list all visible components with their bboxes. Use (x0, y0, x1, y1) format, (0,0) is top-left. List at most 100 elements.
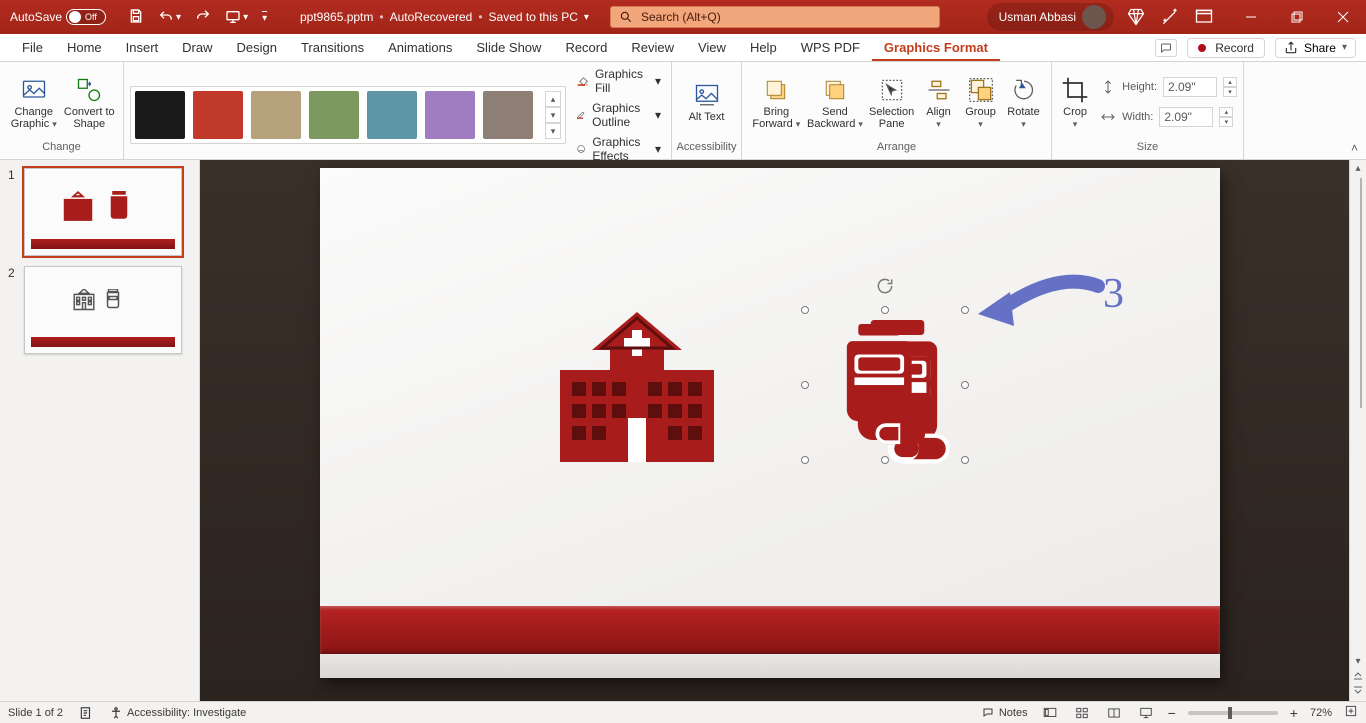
style-swatch[interactable] (309, 91, 359, 139)
slide-sorter-view-button[interactable] (1072, 705, 1092, 721)
gallery-scroll-up[interactable]: ▴ (545, 91, 561, 107)
height-spin-down[interactable]: ▾ (1223, 87, 1237, 97)
hospital-graphic[interactable] (552, 312, 722, 462)
height-input[interactable]: 2.09" (1163, 77, 1217, 97)
tab-graphics-format[interactable]: Graphics Format (872, 36, 1000, 61)
slide-thumbnail-2[interactable] (24, 266, 182, 354)
slide-thumbnail-1[interactable] (24, 168, 182, 256)
slide-canvas-area[interactable]: 3 ▴ ▾ (200, 160, 1366, 701)
undo-icon[interactable]: ▾ (158, 9, 181, 25)
wand-icon[interactable] (1160, 7, 1180, 27)
align-button[interactable]: Align▾ (918, 74, 959, 130)
reading-view-button[interactable] (1104, 705, 1124, 721)
spellcheck-status[interactable] (79, 706, 93, 720)
tab-record[interactable]: Record (553, 36, 619, 61)
rotate-button[interactable]: Rotate▾ (1002, 74, 1045, 130)
chevron-down-icon[interactable]: ▾ (176, 12, 181, 23)
notes-button[interactable]: Notes (981, 707, 1028, 719)
pill-mini-icon (105, 289, 121, 309)
convert-to-shape-button[interactable]: Convert to Shape (62, 74, 118, 130)
prev-slide-icon[interactable] (1352, 669, 1364, 681)
tab-help[interactable]: Help (738, 36, 789, 61)
record-button[interactable]: Record (1187, 38, 1265, 58)
restore-button[interactable] (1274, 0, 1320, 34)
zoom-slider-thumb[interactable] (1228, 707, 1232, 719)
gallery-more[interactable]: ▾ (545, 123, 561, 139)
qat-customize-icon[interactable]: ▾ (262, 11, 267, 24)
close-button[interactable] (1320, 0, 1366, 34)
save-icon[interactable] (128, 8, 144, 27)
fit-to-window-button[interactable] (1344, 704, 1358, 721)
diamond-icon[interactable] (1126, 7, 1146, 27)
group-button[interactable]: Group▾ (959, 74, 1002, 130)
style-swatch[interactable] (367, 91, 417, 139)
collapse-ribbon-icon[interactable]: ˄ (1351, 141, 1358, 155)
tab-slideshow[interactable]: Slide Show (464, 36, 553, 61)
zoom-level[interactable]: 72% (1310, 707, 1332, 719)
resize-handle[interactable] (961, 306, 969, 314)
slide-counter[interactable]: Slide 1 of 2 (8, 707, 63, 719)
tab-wpspdf[interactable]: WPS PDF (789, 36, 872, 61)
send-backward-button[interactable]: Send Backward ▾ (805, 74, 866, 130)
gallery-scroll-down[interactable]: ▾ (545, 107, 561, 123)
resize-handle[interactable] (881, 306, 889, 314)
share-button[interactable]: Share ▾ (1275, 38, 1356, 58)
vertical-scrollbar[interactable]: ▴ ▾ (1349, 160, 1366, 701)
comments-button[interactable] (1155, 39, 1177, 57)
scrollbar-thumb[interactable] (1360, 178, 1362, 408)
chevron-down-icon[interactable]: ▾ (584, 12, 589, 23)
style-swatch[interactable] (425, 91, 475, 139)
tab-view[interactable]: View (686, 36, 738, 61)
tab-review[interactable]: Review (619, 36, 686, 61)
next-slide-icon[interactable] (1352, 685, 1364, 697)
ribbon-display-options-icon[interactable] (1194, 7, 1214, 27)
search-input[interactable]: Search (Alt+Q) (610, 6, 940, 28)
bring-forward-button[interactable]: Bring Forward ▾ (748, 74, 805, 130)
width-spin-down[interactable]: ▾ (1219, 117, 1233, 127)
style-swatch[interactable] (483, 91, 533, 139)
width-spin-up[interactable]: ▴ (1219, 107, 1233, 117)
zoom-in-button[interactable]: + (1290, 705, 1298, 721)
redo-icon[interactable] (195, 8, 211, 27)
slideshow-from-beginning-icon[interactable]: ▾ (225, 9, 248, 25)
resize-handle[interactable] (801, 381, 809, 389)
rotate-handle-icon[interactable] (875, 276, 895, 301)
zoom-out-button[interactable]: − (1168, 705, 1176, 721)
style-swatch[interactable] (193, 91, 243, 139)
status-bar: Slide 1 of 2 Accessibility: Investigate … (0, 701, 1366, 723)
autosave-toggle[interactable]: AutoSave Off (10, 9, 106, 25)
slide[interactable]: 3 (320, 168, 1220, 678)
zoom-slider[interactable] (1188, 711, 1278, 715)
alt-text-button[interactable]: Alt Text (678, 80, 735, 123)
style-swatch[interactable] (251, 91, 301, 139)
scroll-down-icon[interactable]: ▾ (1350, 653, 1366, 669)
chevron-down-icon[interactable]: ▾ (243, 12, 248, 23)
account-button[interactable]: Usman Abbasi (987, 3, 1114, 31)
pill-bottle-graphic-selected[interactable] (805, 290, 965, 460)
notes-icon (981, 707, 995, 719)
resize-handle[interactable] (801, 456, 809, 464)
tab-insert[interactable]: Insert (114, 36, 171, 61)
change-graphic-button[interactable]: Change Graphic ▾ (6, 74, 62, 130)
normal-view-button[interactable] (1040, 705, 1060, 721)
chevron-down-icon[interactable]: ▾ (1342, 42, 1347, 53)
crop-button[interactable]: Crop▾ (1058, 74, 1092, 130)
slideshow-view-button[interactable] (1136, 705, 1156, 721)
graphics-styles-gallery[interactable]: ▴ ▾ ▾ (130, 86, 566, 144)
scroll-up-icon[interactable]: ▴ (1350, 160, 1366, 176)
height-spin-up[interactable]: ▴ (1223, 77, 1237, 87)
tab-draw[interactable]: Draw (170, 36, 224, 61)
tab-design[interactable]: Design (225, 36, 289, 61)
tab-transitions[interactable]: Transitions (289, 36, 376, 61)
tab-animations[interactable]: Animations (376, 36, 464, 61)
graphics-fill-button[interactable]: Graphics Fill▾ (572, 65, 665, 97)
graphics-outline-button[interactable]: Graphics Outline▾ (572, 99, 665, 131)
tab-file[interactable]: File (10, 36, 55, 61)
style-swatch[interactable] (135, 91, 185, 139)
resize-handle[interactable] (801, 306, 809, 314)
width-input[interactable]: 2.09" (1159, 107, 1213, 127)
selection-pane-button[interactable]: Selection Pane (865, 74, 918, 130)
tab-home[interactable]: Home (55, 36, 114, 61)
accessibility-status[interactable]: Accessibility: Investigate (109, 706, 246, 720)
minimize-button[interactable] (1228, 0, 1274, 34)
